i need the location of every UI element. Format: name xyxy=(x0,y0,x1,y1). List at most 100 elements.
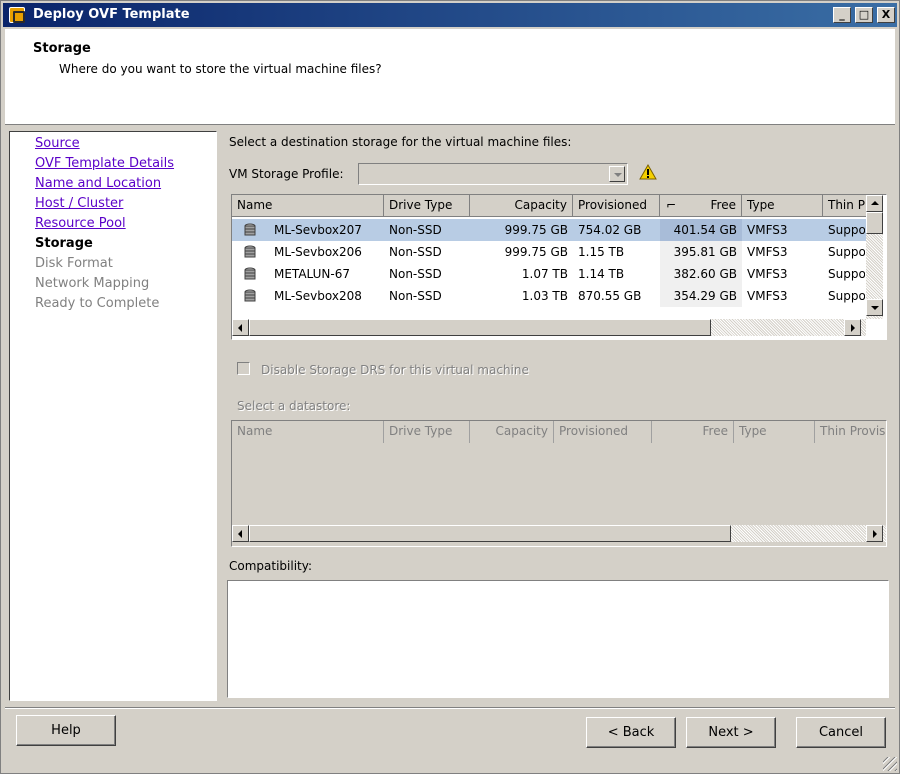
datastore-select-table: Name Drive Type Capacity Provisioned Fre… xyxy=(231,420,887,547)
cell-drive: Non-SSD xyxy=(389,223,442,237)
table-horizontal-scrollbar[interactable] xyxy=(232,525,886,542)
cell-capacity: 999.75 GB xyxy=(504,245,568,259)
nav-item-network-mapping: Network Mapping xyxy=(35,276,150,291)
col-drive-type[interactable]: Drive Type xyxy=(384,195,470,217)
nav-item-host-cluster[interactable]: Host / Cluster xyxy=(35,196,123,211)
scroll-down-button[interactable] xyxy=(866,299,883,316)
cell-provisioned: 754.02 GB xyxy=(578,223,642,237)
nav-item-source[interactable]: Source xyxy=(35,136,80,151)
cell-free: 354.29 GB xyxy=(660,285,742,307)
col-free: Free xyxy=(652,421,734,443)
cell-drive: Non-SSD xyxy=(389,245,442,259)
nav-item-ready-to-complete: Ready to Complete xyxy=(35,296,160,311)
col-type: Type xyxy=(734,421,815,443)
table-vertical-scrollbar[interactable] xyxy=(866,195,883,319)
resize-grip-icon[interactable] xyxy=(883,757,897,771)
warning-triangle-icon xyxy=(639,164,657,180)
cell-free: 382.60 GB xyxy=(660,263,742,285)
cell-thin: Suppo xyxy=(828,267,865,281)
col-name: Name xyxy=(232,421,384,443)
page-subtitle: Where do you want to store the virtual m… xyxy=(59,62,382,76)
sort-descending-icon: ⌐ xyxy=(666,198,677,212)
disable-storage-drs-label: Disable Storage DRS for this virtual mac… xyxy=(261,363,529,377)
datastore-icon xyxy=(244,267,256,280)
datastore-icon xyxy=(244,245,256,258)
col-capacity: Capacity xyxy=(470,421,554,443)
col-type[interactable]: Type xyxy=(742,195,823,217)
help-button[interactable]: Help xyxy=(16,715,116,746)
cancel-button[interactable]: Cancel xyxy=(796,717,886,748)
cell-drive: Non-SSD xyxy=(389,289,442,303)
cell-provisioned: 1.14 TB xyxy=(578,267,625,281)
cell-free: 401.54 GB xyxy=(660,219,742,241)
app-icon xyxy=(9,7,25,23)
next-button[interactable]: Next > xyxy=(686,717,776,748)
scroll-right-button[interactable] xyxy=(866,525,883,542)
cell-name: ML-Sevbox206 xyxy=(274,245,362,259)
cell-name: ML-Sevbox208 xyxy=(274,289,362,303)
page-title: Storage xyxy=(33,41,91,56)
scroll-left-button[interactable] xyxy=(232,319,249,336)
cell-provisioned: 870.55 GB xyxy=(578,289,642,303)
window-title: Deploy OVF Template xyxy=(33,7,190,22)
cell-thin: Suppo xyxy=(828,245,865,259)
cell-capacity: 1.03 TB xyxy=(521,289,568,303)
nav-item-storage: Storage xyxy=(35,236,93,251)
table-row[interactable]: ML-Sevbox206 Non-SSD 999.75 GB 1.15 TB 3… xyxy=(232,241,872,263)
wizard-header: Storage Where do you want to store the v… xyxy=(5,29,895,125)
cell-drive: Non-SSD xyxy=(389,267,442,281)
col-thin: Thin Provis xyxy=(815,421,886,443)
col-provisioned: Provisioned xyxy=(554,421,652,443)
table-row[interactable]: ML-Sevbox207 Non-SSD 999.75 GB 754.02 GB… xyxy=(232,219,872,241)
nav-item-resource-pool[interactable]: Resource Pool xyxy=(35,216,126,231)
maximize-button[interactable]: □ xyxy=(855,7,873,23)
nav-item-name-and-location[interactable]: Name and Location xyxy=(35,176,161,191)
col-capacity[interactable]: Capacity xyxy=(470,195,573,217)
deploy-ovf-window: Deploy OVF Template _ □ X Storage Where … xyxy=(0,0,900,774)
cell-name: ML-Sevbox207 xyxy=(274,223,362,237)
cell-capacity: 999.75 GB xyxy=(504,223,568,237)
datastore-table: Name Drive Type Capacity Provisioned ⌐ F… xyxy=(231,194,887,340)
table-row[interactable]: ML-Sevbox208 Non-SSD 1.03 TB 870.55 GB 3… xyxy=(232,285,872,307)
col-provisioned[interactable]: Provisioned xyxy=(573,195,660,217)
chevron-down-icon[interactable] xyxy=(609,166,625,182)
nav-item-ovf-template-details[interactable]: OVF Template Details xyxy=(35,156,174,171)
vertical-scroll-thumb[interactable] xyxy=(866,212,883,234)
nav-item-disk-format: Disk Format xyxy=(35,256,113,271)
minimize-button[interactable]: _ xyxy=(833,7,851,23)
table-header: Name Drive Type Capacity Provisioned ⌐ F… xyxy=(232,195,886,217)
destination-prompt: Select a destination storage for the vir… xyxy=(229,135,572,149)
divider xyxy=(5,707,895,709)
cell-free: 395.81 GB xyxy=(660,241,742,263)
col-free-label: Free xyxy=(710,198,736,212)
table-row[interactable]: METALUN-67 Non-SSD 1.07 TB 1.14 TB 382.6… xyxy=(232,263,872,285)
vm-storage-profile-label: VM Storage Profile: xyxy=(229,167,344,181)
cell-type: VMFS3 xyxy=(747,223,788,237)
close-button[interactable]: X xyxy=(877,7,895,23)
back-button[interactable]: < Back xyxy=(586,717,676,748)
table-horizontal-scrollbar[interactable] xyxy=(232,319,866,336)
datastore-icon xyxy=(244,289,256,302)
wizard-steps-nav: Source OVF Template Details Name and Loc… xyxy=(9,131,217,701)
table-header: Name Drive Type Capacity Provisioned Fre… xyxy=(232,421,886,443)
cell-name: METALUN-67 xyxy=(274,267,350,281)
cell-capacity: 1.07 TB xyxy=(521,267,568,281)
col-name[interactable]: Name xyxy=(232,195,384,217)
cell-type: VMFS3 xyxy=(747,245,788,259)
scroll-right-button[interactable] xyxy=(844,319,861,336)
scroll-left-button[interactable] xyxy=(232,525,249,542)
horizontal-scroll-thumb[interactable] xyxy=(249,525,731,542)
datastore-icon xyxy=(244,223,256,236)
select-datastore-label: Select a datastore: xyxy=(237,399,351,413)
col-drive-type: Drive Type xyxy=(384,421,470,443)
cell-thin: Suppo xyxy=(828,289,865,303)
scroll-up-button[interactable] xyxy=(866,195,883,212)
cell-type: VMFS3 xyxy=(747,267,788,281)
compatibility-label: Compatibility: xyxy=(229,559,313,573)
col-free[interactable]: ⌐ Free xyxy=(660,195,742,217)
disable-storage-drs-checkbox[interactable] xyxy=(237,362,250,375)
vm-storage-profile-select[interactable] xyxy=(358,163,628,185)
horizontal-scroll-thumb[interactable] xyxy=(249,319,711,336)
title-bar: Deploy OVF Template _ □ X xyxy=(3,3,897,27)
cell-type: VMFS3 xyxy=(747,289,788,303)
